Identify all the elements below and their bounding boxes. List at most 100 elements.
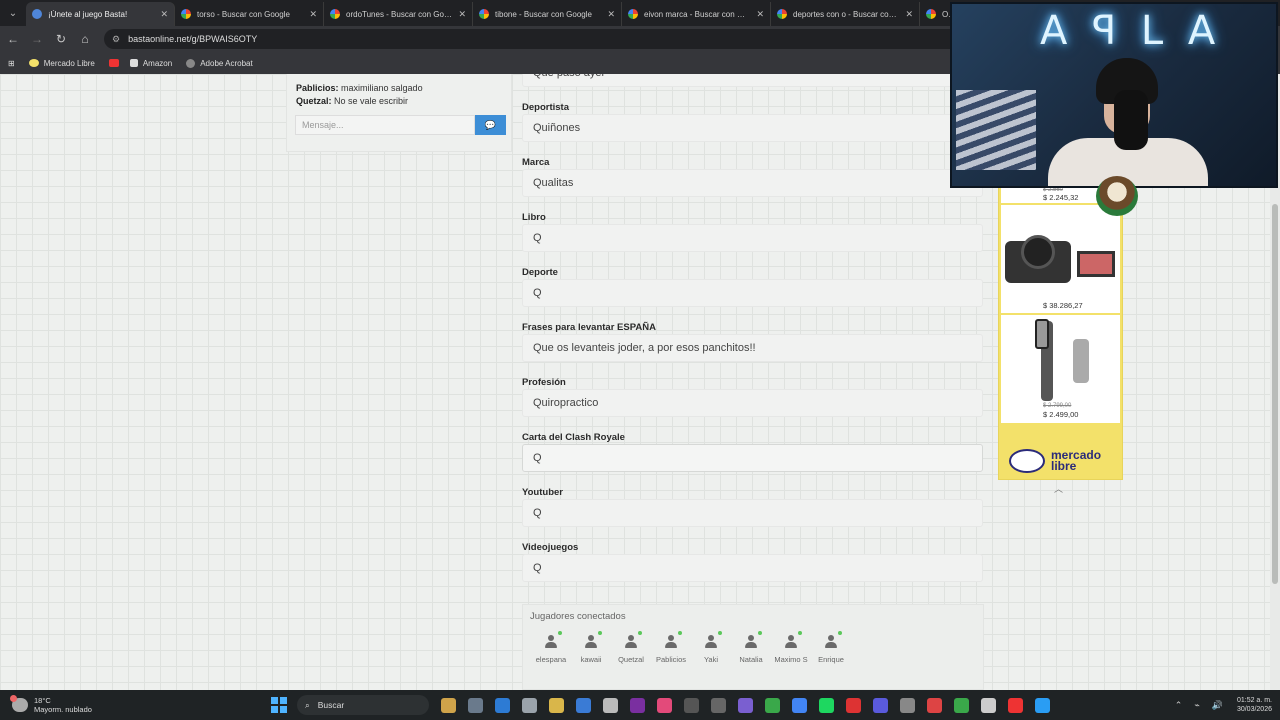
- online-status-icon: [798, 631, 802, 635]
- tab-search-icon[interactable]: ⌄: [0, 0, 26, 26]
- category-answer-input[interactable]: Q: [522, 444, 983, 472]
- category-label: Frases para levantar ESPAÑA: [522, 322, 656, 333]
- taskbar-app-icon[interactable]: [981, 697, 996, 713]
- windows-start-icon[interactable]: [271, 697, 287, 713]
- bookmark-youtube[interactable]: [108, 59, 124, 67]
- weather-widget[interactable]: 18°C Mayorm. nublado: [10, 695, 232, 714]
- chevron-up-icon[interactable]: ︿: [1054, 482, 1063, 495]
- tab-tibone[interactable]: tibone - Buscar con Google ✕: [473, 2, 622, 26]
- player-name: Maximo S: [774, 655, 808, 664]
- close-tab-icon[interactable]: ✕: [905, 9, 913, 20]
- category-answer-input[interactable]: Que os levanteis joder, a por esos panch…: [522, 334, 983, 362]
- taskbar-app-icon[interactable]: [927, 697, 942, 713]
- back-icon[interactable]: ←: [2, 28, 24, 50]
- taskbar-app-icon[interactable]: [549, 697, 564, 713]
- gimbal-part-icon: [1073, 339, 1089, 383]
- user-avatar-icon: [583, 634, 599, 650]
- network-icon[interactable]: ⌁: [1194, 700, 1199, 711]
- scrollbar-thumb[interactable]: [1272, 204, 1278, 584]
- category-answer-input[interactable]: Quiñones: [522, 114, 983, 142]
- reload-icon[interactable]: ↻: [50, 28, 72, 50]
- bookmark-mercado-libre[interactable]: Mercado Libre: [28, 59, 95, 68]
- category-row: Carta del Clash Royale Q: [516, 429, 986, 484]
- taskbar-app-icon[interactable]: [603, 697, 618, 713]
- taskbar-app-icon[interactable]: [684, 697, 699, 713]
- taskbar-app-icon[interactable]: [657, 697, 672, 713]
- google-favicon-icon: [181, 9, 191, 19]
- google-favicon-icon: [926, 9, 936, 19]
- close-tab-icon[interactable]: ✕: [458, 9, 466, 20]
- clock[interactable]: 01:52 a. m. 30/03/2026: [1237, 696, 1272, 714]
- category-row: Profesión Quiropractico: [516, 374, 986, 429]
- tab-ordotunes[interactable]: ordoTunes - Buscar con Google ✕: [324, 2, 473, 26]
- neon-sign: A ꟼ L A: [1040, 8, 1222, 54]
- taskbar-app-icon[interactable]: [900, 697, 915, 713]
- taskbar-app-icon[interactable]: [1008, 697, 1023, 713]
- taskbar-app-icon[interactable]: [792, 697, 807, 713]
- mercado-libre-ad[interactable]: $ 2.560 $ 2.245,32 $ 38.286,27 $ 2.799,0…: [998, 184, 1123, 480]
- online-status-icon: [638, 631, 642, 635]
- taskbar-app-icon[interactable]: [819, 697, 834, 713]
- close-tab-icon[interactable]: ✕: [607, 9, 615, 20]
- chat-text: maximiliano salgado: [341, 83, 423, 93]
- tab-title: eivon marca - Buscar con Goo: [644, 9, 751, 19]
- chat-message-input[interactable]: Mensaje...: [295, 115, 475, 135]
- forward-icon[interactable]: →: [26, 28, 48, 50]
- chevron-up-icon[interactable]: ⌃: [1175, 700, 1183, 711]
- webcam-overlay: A ꟼ L A: [950, 2, 1278, 188]
- system-tray: ⌃ ⌁ 🔊 01:52 a. m. 30/03/2026: [1169, 696, 1272, 714]
- bookmark-amazon[interactable]: Amazon: [129, 59, 172, 68]
- ad-product[interactable]: $ 2.799,00 $ 2.499,00: [1001, 315, 1120, 423]
- player-item: Natalia: [731, 631, 771, 664]
- google-favicon-icon: [330, 9, 340, 19]
- taskbar-search[interactable]: ⌕ Buscar: [297, 695, 429, 715]
- close-tab-icon[interactable]: ✕: [309, 9, 317, 20]
- category-answer-input[interactable]: Qualitas: [522, 169, 983, 197]
- taskbar-app-icon[interactable]: [1035, 697, 1050, 713]
- bookmark-adobe[interactable]: Adobe Acrobat: [186, 58, 253, 68]
- category-answer-input[interactable]: Q: [522, 279, 983, 307]
- taskbar-app-icon[interactable]: [630, 697, 645, 713]
- close-tab-icon[interactable]: ✕: [160, 9, 168, 20]
- tab-basta[interactable]: ¡Únete al juego Basta! ✕: [26, 2, 175, 26]
- tab-torso[interactable]: torso - Buscar con Google ✕: [175, 2, 324, 26]
- taskbar-app-icon[interactable]: [576, 697, 591, 713]
- taskbar-app-icon[interactable]: [873, 697, 888, 713]
- mercado-libre-icon: [28, 59, 39, 67]
- tab-eivon[interactable]: eivon marca - Buscar con Goo ✕: [622, 2, 771, 26]
- microphone-icon: [1114, 90, 1148, 150]
- category-row: Marca Qualitas: [516, 154, 986, 209]
- ad-price: $ 2.499,00: [1043, 410, 1079, 419]
- site-info-icon[interactable]: ⚙: [112, 34, 120, 45]
- address-bar[interactable]: ⚙ bastaonline.net/g/BPWAIS6OTY: [104, 29, 964, 49]
- volume-icon[interactable]: 🔊: [1212, 700, 1223, 711]
- ad-price: $ 2.245,32: [1043, 193, 1079, 202]
- category-answer-input[interactable]: Quiropractico: [522, 389, 983, 417]
- taskbar-app-icon[interactable]: [954, 697, 969, 713]
- tab-deportes[interactable]: deportes con o - Buscar con G ✕: [771, 2, 920, 26]
- chat-user: Quetzal:: [296, 96, 332, 106]
- taskbar-app-icon[interactable]: [495, 697, 510, 713]
- send-message-button[interactable]: 💬: [475, 115, 506, 135]
- user-avatar-icon: [623, 634, 639, 650]
- category-answer-input[interactable]: Q: [522, 224, 983, 252]
- taskbar-app-icon[interactable]: [738, 697, 753, 713]
- category-answer-input[interactable]: Q: [522, 554, 983, 582]
- close-tab-icon[interactable]: ✕: [756, 9, 764, 20]
- handshake-icon: [1009, 449, 1045, 473]
- category-answer-input[interactable]: Q: [522, 499, 983, 527]
- user-avatar-icon: [743, 634, 759, 650]
- clock-time: 01:52 a. m.: [1236, 697, 1272, 704]
- ad-product[interactable]: $ 38.286,27: [1001, 205, 1120, 313]
- taskbar-app-icon[interactable]: [846, 697, 861, 713]
- taskbar-app-icon[interactable]: [522, 697, 537, 713]
- home-icon[interactable]: ⌂: [74, 28, 96, 50]
- apps-grid-icon[interactable]: ⊞: [8, 59, 15, 68]
- taskbar-app-icon[interactable]: [468, 697, 483, 713]
- taskbar-apps: [435, 697, 1056, 713]
- taskbar-app-icon[interactable]: [441, 697, 456, 713]
- taskbar-app-icon[interactable]: [711, 697, 726, 713]
- taskbar-app-icon[interactable]: [765, 697, 780, 713]
- category-answer-input[interactable]: Que paso ayer: [522, 74, 983, 87]
- player-item: elespana: [531, 631, 571, 664]
